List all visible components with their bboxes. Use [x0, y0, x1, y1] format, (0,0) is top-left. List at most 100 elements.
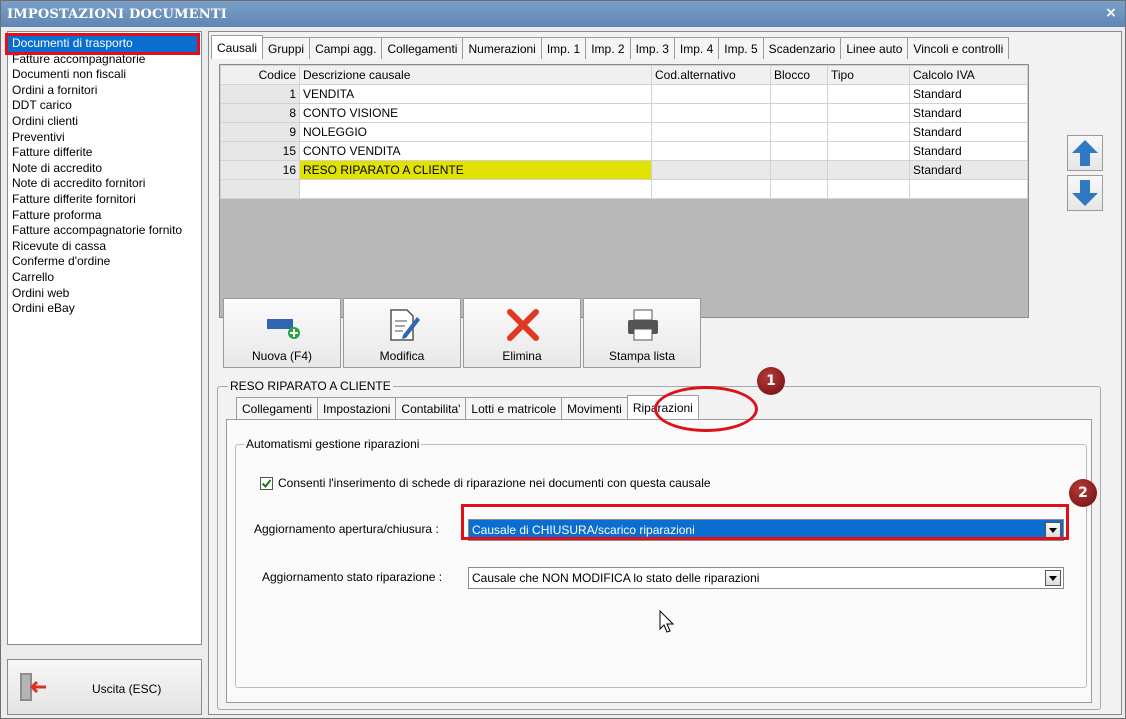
- document-type-item[interactable]: Fatture accompagnatorie: [8, 52, 201, 68]
- open-close-select-highlight: [461, 504, 1069, 540]
- chevron-down-icon[interactable]: [1045, 570, 1061, 586]
- table-cell: [770, 160, 828, 180]
- document-type-item[interactable]: Ordini eBay: [8, 301, 201, 317]
- grid-column-header[interactable]: Descrizione causale: [299, 65, 652, 85]
- document-type-item[interactable]: Fatture accompagnatorie fornito: [8, 223, 201, 239]
- repair-status-update-value: Causale che NON MODIFICA lo stato delle …: [472, 571, 760, 585]
- top-tab[interactable]: Imp. 3: [629, 37, 675, 59]
- detail-tab[interactable]: Contabilita': [395, 397, 467, 419]
- table-row[interactable]: 1 VENDITA Standard: [220, 84, 1028, 104]
- detail-tab[interactable]: Collegamenti: [236, 397, 319, 419]
- table-cell: [651, 84, 771, 104]
- table-row[interactable]: 9 NOLEGGIO Standard: [220, 122, 1028, 142]
- table-cell: [909, 179, 1028, 199]
- top-tab[interactable]: Linee auto: [840, 37, 909, 59]
- grid-column-header[interactable]: Tipo: [827, 65, 910, 85]
- table-cell: [770, 103, 828, 123]
- edit-document-icon: [390, 309, 420, 341]
- edit-button[interactable]: Modifica: [343, 298, 461, 368]
- grid-column-header[interactable]: Codice: [220, 65, 300, 85]
- table-cell: Standard: [909, 84, 1028, 104]
- document-type-item[interactable]: Preventivi: [8, 130, 201, 146]
- riparazioni-tab-highlight: [654, 386, 758, 432]
- top-tab[interactable]: Vincoli e controlli: [907, 37, 1010, 59]
- repair-status-update-select[interactable]: Causale che NON MODIFICA lo stato delle …: [468, 567, 1064, 589]
- printer-icon: [628, 309, 658, 341]
- callout-badge-1: 1: [757, 367, 785, 395]
- table-cell: Standard: [909, 141, 1028, 161]
- table-cell: [651, 103, 771, 123]
- table-row[interactable]: [220, 179, 1028, 199]
- table-cell: [827, 103, 910, 123]
- top-tab[interactable]: Scadenzario: [762, 37, 842, 59]
- top-tab[interactable]: Imp. 2: [585, 37, 631, 59]
- top-tab[interactable]: Numerazioni: [462, 37, 542, 59]
- arrow-down-icon: [1072, 180, 1098, 206]
- document-type-item[interactable]: Fatture differite fornitori: [8, 192, 201, 208]
- table-cell: Standard: [909, 160, 1028, 180]
- document-type-item[interactable]: Documenti non fiscali: [8, 67, 201, 83]
- document-type-item[interactable]: Ordini a fornitori: [8, 83, 201, 99]
- allow-repair-cards-checkbox[interactable]: [260, 477, 273, 490]
- causali-grid-panel: Codice Descrizione causale Cod.alternativo…: [219, 64, 1029, 318]
- table-cell: [651, 141, 771, 161]
- table-cell: Standard: [909, 122, 1028, 142]
- document-type-item[interactable]: Note di accredito: [8, 161, 201, 177]
- table-cell: NOLEGGIO: [299, 122, 652, 142]
- causale-detail-group: RESO RIPARATO A CLIENTE Collegamenti Impo…: [217, 379, 1101, 710]
- table-row[interactable]: 15 CONTO VENDITA Standard: [220, 141, 1028, 161]
- top-tab[interactable]: Gruppi: [262, 37, 311, 59]
- table-cell: [770, 84, 828, 104]
- print-list-button[interactable]: Stampa lista: [583, 298, 701, 368]
- table-row[interactable]: 8 CONTO VISIONE Standard: [220, 103, 1028, 123]
- table-row[interactable]: 16 RESO RIPARATO A CLIENTE Standard: [220, 160, 1028, 180]
- move-down-button[interactable]: [1067, 175, 1103, 211]
- table-cell: [770, 141, 828, 161]
- exit-button[interactable]: Uscita (ESC): [7, 659, 202, 715]
- top-tab[interactable]: Campi agg.: [309, 37, 383, 59]
- exit-button-label: Uscita (ESC): [92, 682, 162, 696]
- table-cell: [827, 122, 910, 142]
- top-tab[interactable]: Imp. 5: [718, 37, 764, 59]
- table-cell: 16: [220, 160, 300, 180]
- table-cell: [770, 179, 828, 199]
- document-type-item[interactable]: Fatture proforma: [8, 208, 201, 224]
- document-type-item[interactable]: Documenti di trasporto: [5, 33, 200, 55]
- detail-tab[interactable]: Impostazioni: [317, 397, 397, 419]
- detail-tab[interactable]: Lotti e matricole: [465, 397, 563, 419]
- document-type-item[interactable]: Ordini clienti: [8, 114, 201, 130]
- close-icon[interactable]: ×: [1105, 5, 1117, 21]
- top-tab[interactable]: Imp. 1: [540, 37, 587, 59]
- print-list-button-label: Stampa lista: [608, 349, 676, 363]
- table-cell: VENDITA: [299, 84, 652, 104]
- document-type-item[interactable]: Ordini web: [8, 286, 201, 302]
- document-type-item[interactable]: Note di accredito fornitori: [8, 176, 201, 192]
- grid-column-header[interactable]: Calcolo IVA: [909, 65, 1028, 85]
- document-type-item[interactable]: DDT carico: [8, 98, 201, 114]
- grid-column-header[interactable]: Blocco: [770, 65, 828, 85]
- table-cell: RESO RIPARATO A CLIENTE: [299, 160, 652, 180]
- table-cell: [651, 160, 771, 180]
- table-cell: [220, 179, 300, 199]
- document-type-list[interactable]: Documenti di trasporto Fatture accompagna…: [5, 31, 202, 645]
- table-cell: [651, 179, 771, 199]
- delete-button-label: Elimina: [502, 349, 542, 363]
- mouse-pointer-icon: [659, 610, 675, 633]
- new-button[interactable]: Nuova (F4): [223, 298, 341, 368]
- settings-window: IMPOSTAZIONI DOCUMENTI × Documenti di tr…: [0, 0, 1126, 719]
- top-tab[interactable]: Causali: [211, 35, 264, 59]
- detail-tab[interactable]: Movimenti: [561, 397, 628, 419]
- causali-table[interactable]: Codice Descrizione causale Cod.alternativo…: [220, 65, 1028, 199]
- document-type-item[interactable]: Fatture differite: [8, 145, 201, 161]
- document-type-item[interactable]: Carrello: [8, 270, 201, 286]
- top-tab[interactable]: Imp. 4: [673, 37, 720, 59]
- document-type-item[interactable]: Ricevute di cassa: [8, 239, 201, 255]
- table-cell: 15: [220, 141, 300, 161]
- top-tab-bar: Causali Gruppi Campi agg. Collegamenti Numer…: [211, 35, 1119, 59]
- riparazioni-tab-panel: Automatismi gestione riparazioni Consent…: [226, 419, 1092, 703]
- move-up-button[interactable]: [1067, 135, 1103, 171]
- top-tab[interactable]: Collegamenti: [381, 37, 464, 59]
- delete-button[interactable]: Elimina: [463, 298, 581, 368]
- grid-column-header[interactable]: Cod.alternativo: [651, 65, 771, 85]
- document-type-item[interactable]: Conferme d'ordine: [8, 254, 201, 270]
